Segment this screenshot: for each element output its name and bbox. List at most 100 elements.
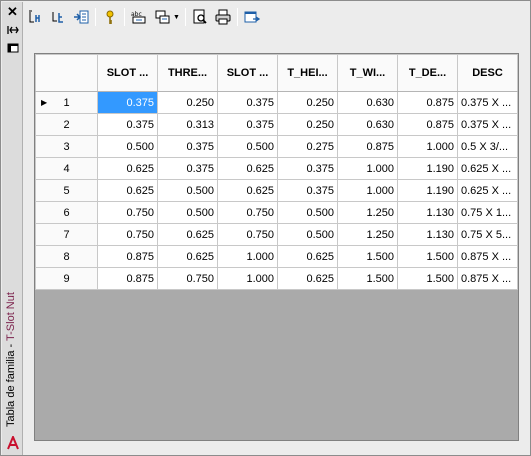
table-cell[interactable]: 1.190 — [397, 179, 458, 202]
table-row[interactable]: 8 0.875 0.625 1.000 0.625 1.500 1.500 0.875 X .… — [35, 245, 518, 268]
table-cell[interactable]: 1.000 — [337, 157, 398, 180]
table-cell[interactable]: 0.625 — [277, 245, 338, 268]
table-cell[interactable]: 1.000 — [337, 179, 398, 202]
add-parameter-icon[interactable] — [25, 7, 45, 27]
table-cell[interactable]: 1.000 — [217, 245, 278, 268]
table-cell[interactable]: 0.250 — [277, 91, 338, 114]
table-row[interactable]: ▶ 1 0.375 0.250 0.375 0.250 0.630 0.875 0.375 X … — [35, 91, 518, 114]
table-cell[interactable]: 0.250 — [157, 91, 218, 114]
table-cell[interactable]: 1.000 — [397, 135, 458, 158]
table-cell[interactable]: 0.375 — [217, 91, 278, 114]
table-cell[interactable]: 1.190 — [397, 157, 458, 180]
table-cell[interactable]: 0.500 — [97, 135, 158, 158]
table-row[interactable]: 4 0.625 0.375 0.625 0.375 1.000 1.190 0.625 X .… — [35, 157, 518, 180]
desc-cell[interactable]: 0.375 X ... — [457, 91, 518, 114]
table-cell[interactable]: 0.500 — [157, 179, 218, 202]
row-header[interactable]: 6 — [35, 201, 98, 224]
row-header[interactable]: 9 — [35, 267, 98, 290]
column-header[interactable]: T_DE... — [397, 54, 458, 92]
column-header[interactable]: T_HEI... — [277, 54, 338, 92]
table-cell[interactable]: 0.625 — [157, 245, 218, 268]
column-header[interactable]: THRE... — [157, 54, 218, 92]
table-cell[interactable]: 0.375 — [157, 135, 218, 158]
create-properties-icon[interactable] — [71, 7, 91, 27]
chevron-down-icon[interactable]: ▼ — [173, 14, 180, 21]
table-cell[interactable]: 0.250 — [277, 113, 338, 136]
paste-icon[interactable] — [152, 7, 172, 27]
table-row[interactable]: 2 0.375 0.313 0.375 0.250 0.630 0.875 0.375 X .… — [35, 113, 518, 136]
row-header[interactable]: ▶ 1 — [35, 91, 98, 114]
table-cell[interactable]: 0.750 — [217, 223, 278, 246]
desc-cell[interactable]: 0.5 X 3/... — [457, 135, 518, 158]
table-row[interactable]: 5 0.625 0.500 0.625 0.375 1.000 1.190 0.625 X .… — [35, 179, 518, 202]
table-cell[interactable]: 1.130 — [397, 223, 458, 246]
desc-cell[interactable]: 0.875 X ... — [457, 267, 518, 290]
desc-cell[interactable]: 0.875 X ... — [457, 245, 518, 268]
table-cell[interactable]: 0.875 — [97, 245, 158, 268]
table-cell[interactable]: 1.500 — [397, 245, 458, 268]
table-cell[interactable]: 0.750 — [217, 201, 278, 224]
row-header[interactable]: 2 — [35, 113, 98, 136]
table-cell[interactable]: 0.500 — [217, 135, 278, 158]
table-cell[interactable]: 0.375 — [157, 157, 218, 180]
table-cell[interactable]: 1.130 — [397, 201, 458, 224]
table-cell[interactable]: 0.875 — [397, 91, 458, 114]
table-cell[interactable]: 0.750 — [157, 267, 218, 290]
table-row[interactable]: 6 0.750 0.500 0.750 0.500 1.250 1.130 0.75 X 1.… — [35, 201, 518, 224]
table-cell[interactable]: 0.625 — [97, 157, 158, 180]
table-cell[interactable]: 1.250 — [337, 223, 398, 246]
column-header[interactable]: T_WI... — [337, 54, 398, 92]
table-cell[interactable]: 1.250 — [337, 201, 398, 224]
table-row[interactable]: 7 0.750 0.625 0.750 0.500 1.250 1.130 0.75 X 5.… — [35, 223, 518, 246]
table-cell[interactable]: 1.000 — [217, 267, 278, 290]
table-cell[interactable]: 0.625 — [217, 179, 278, 202]
add-user-parameter-icon[interactable] — [48, 7, 68, 27]
desc-cell[interactable]: 0.375 X ... — [457, 113, 518, 136]
family-table-grid[interactable]: SLOT ... THRE... SLOT ... T_HEI... T_WI.… — [34, 53, 519, 441]
table-cell[interactable]: 0.750 — [97, 223, 158, 246]
row-header[interactable]: 4 — [35, 157, 98, 180]
desc-cell[interactable]: 0.75 X 1... — [457, 201, 518, 224]
table-cell[interactable]: 1.500 — [337, 267, 398, 290]
desc-cell[interactable]: 0.75 X 5... — [457, 223, 518, 246]
row-header[interactable]: 3 — [35, 135, 98, 158]
export-icon[interactable] — [242, 7, 262, 27]
column-format-icon[interactable]: abc — [129, 7, 149, 27]
table-cell[interactable]: 0.875 — [97, 267, 158, 290]
row-header[interactable]: 5 — [35, 179, 98, 202]
verify-icon[interactable] — [190, 7, 210, 27]
row-header[interactable]: 7 — [35, 223, 98, 246]
table-cell[interactable]: 0.375 — [277, 157, 338, 180]
print-icon[interactable] — [213, 7, 233, 27]
table-cell[interactable]: 0.875 — [337, 135, 398, 158]
table-cell[interactable]: 0.313 — [157, 113, 218, 136]
table-cell[interactable]: 0.625 — [97, 179, 158, 202]
row-header[interactable]: 8 — [35, 245, 98, 268]
table-cell[interactable]: 0.500 — [157, 201, 218, 224]
table-cell[interactable]: 0.875 — [397, 113, 458, 136]
table-cell[interactable]: 0.275 — [277, 135, 338, 158]
table-cell[interactable]: 0.625 — [157, 223, 218, 246]
table-cell[interactable]: 0.625 — [277, 267, 338, 290]
table-cell[interactable]: 0.750 — [97, 201, 158, 224]
table-cell[interactable]: 0.500 — [277, 201, 338, 224]
table-cell[interactable]: 1.500 — [337, 245, 398, 268]
table-cell[interactable]: 0.630 — [337, 113, 398, 136]
table-row[interactable]: 3 0.500 0.375 0.500 0.275 0.875 1.000 0.5 X 3/.… — [35, 135, 518, 158]
table-cell[interactable]: 0.630 — [337, 91, 398, 114]
table-cell[interactable]: 0.375 — [217, 113, 278, 136]
table-cell[interactable]: 0.500 — [277, 223, 338, 246]
table-cell[interactable]: 0.375 — [97, 113, 158, 136]
column-header[interactable]: SLOT ... — [217, 54, 278, 92]
table-cell[interactable]: 1.500 — [397, 267, 458, 290]
table-cell[interactable]: 0.375 — [97, 91, 158, 114]
table-cell[interactable]: 0.625 — [217, 157, 278, 180]
column-header[interactable]: DESC — [457, 54, 518, 92]
key-icon[interactable] — [100, 7, 120, 27]
corner-cell[interactable] — [35, 54, 98, 92]
close-icon[interactable]: ✕ — [4, 4, 21, 19]
column-header[interactable]: SLOT ... — [97, 54, 158, 92]
desc-cell[interactable]: 0.625 X ... — [457, 179, 518, 202]
table-cell[interactable]: 0.375 — [277, 179, 338, 202]
desc-cell[interactable]: 0.625 X ... — [457, 157, 518, 180]
